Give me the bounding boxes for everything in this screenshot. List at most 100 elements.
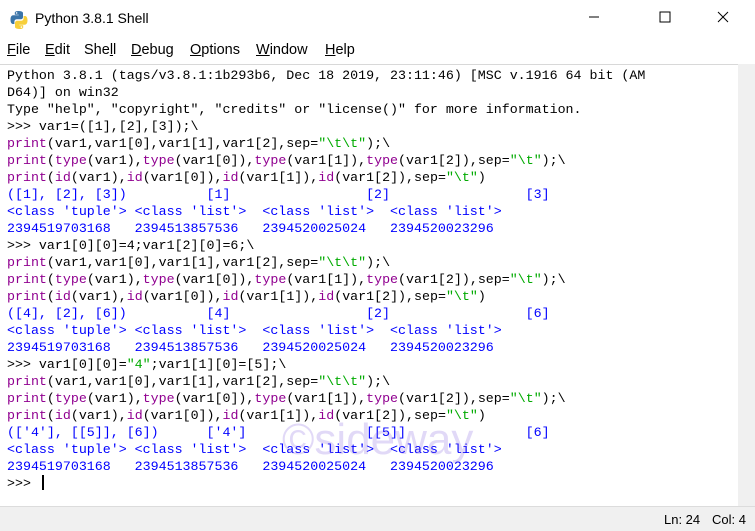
code-text: ) bbox=[477, 408, 486, 423]
string-token: "\t\t" bbox=[318, 255, 367, 270]
shell-line: 2394519703168 2394513857536 239452002502… bbox=[7, 339, 645, 356]
menu-window[interactable]: Window bbox=[256, 42, 308, 58]
python-icon bbox=[9, 10, 29, 30]
code-text: (var1), bbox=[70, 170, 127, 185]
shell-line: print(id(var1),id(var1[0]),id(var1[1]),i… bbox=[7, 169, 645, 186]
string-token: "\t\t" bbox=[318, 136, 367, 151]
code-text: (var1[0]), bbox=[174, 391, 255, 406]
code-text: );\ bbox=[366, 255, 391, 270]
keyword-token: type bbox=[254, 272, 287, 287]
code-text: (var1[0]), bbox=[142, 289, 223, 304]
code-text: (var1[0]), bbox=[142, 408, 223, 423]
keyword-token: print bbox=[7, 255, 47, 270]
shell-line: >>> bbox=[7, 475, 645, 492]
menu-options[interactable]: Options bbox=[190, 42, 240, 58]
minimize-button[interactable] bbox=[571, 0, 617, 38]
string-token: "\t\t" bbox=[318, 374, 367, 389]
output-text: <class 'tuple'> <class 'list'> <class 'l… bbox=[7, 204, 502, 219]
string-token: "\t" bbox=[445, 408, 478, 423]
code-text: (var1), bbox=[86, 153, 143, 168]
keyword-token: print bbox=[7, 391, 47, 406]
keyword-token: type bbox=[254, 153, 287, 168]
keyword-token: id bbox=[318, 289, 335, 304]
menu-edit[interactable]: Edit bbox=[45, 42, 70, 58]
code-text: (var1[1]), bbox=[238, 408, 319, 423]
code-text: (var1[1]), bbox=[238, 170, 319, 185]
code-text: );\ bbox=[541, 153, 566, 168]
shell-line: print(type(var1),type(var1[0]),type(var1… bbox=[7, 390, 645, 407]
keyword-token: print bbox=[7, 272, 47, 287]
shell-line: print(id(var1),id(var1[0]),id(var1[1]),i… bbox=[7, 288, 645, 305]
code-text: (var1[2]),sep= bbox=[398, 272, 510, 287]
minimize-icon bbox=[588, 10, 600, 28]
menu-bar: File Edit Shell Debug Options Window Hel… bbox=[0, 38, 755, 64]
shell-line: ([4], [2], [6]) [4] [2] [6] bbox=[7, 305, 645, 322]
keyword-token: id bbox=[126, 170, 143, 185]
shell-line: (['4'], [[5]], [6]) ['4'] [[5]] [6] bbox=[7, 424, 645, 441]
keyword-token: type bbox=[142, 391, 175, 406]
menu-help[interactable]: Help bbox=[325, 42, 355, 58]
shell-line: print(var1,var1[0],var1[1],var1[2],sep="… bbox=[7, 373, 645, 390]
code-text: );\ bbox=[541, 272, 566, 287]
code-text: ( bbox=[46, 153, 55, 168]
code-text: ( bbox=[46, 289, 55, 304]
shell-line: <class 'tuple'> <class 'list'> <class 'l… bbox=[7, 322, 645, 339]
keyword-token: type bbox=[54, 272, 87, 287]
shell-line: >>> var1[0][0]="4";var1[1][0]=[5];\ bbox=[7, 356, 645, 373]
shell-line: >>> var1[0][0]=4;var1[2][0]=6;\ bbox=[7, 237, 645, 254]
code-text: (var1), bbox=[70, 289, 127, 304]
menu-file[interactable]: File bbox=[7, 42, 30, 58]
output-text: <class 'tuple'> <class 'list'> <class 'l… bbox=[7, 323, 502, 338]
output-text: <class 'tuple'> <class 'list'> <class 'l… bbox=[7, 442, 502, 457]
menu-shell[interactable]: Shell bbox=[84, 42, 116, 58]
keyword-token: id bbox=[222, 289, 239, 304]
string-token: "\t" bbox=[445, 170, 478, 185]
code-text: );\ bbox=[366, 136, 391, 151]
shell-line: <class 'tuple'> <class 'list'> <class 'l… bbox=[7, 203, 645, 220]
maximize-button[interactable] bbox=[642, 0, 688, 38]
code-text: ( bbox=[46, 391, 55, 406]
string-token: "\t" bbox=[509, 391, 542, 406]
keyword-token: type bbox=[366, 272, 399, 287]
keyword-token: id bbox=[318, 170, 335, 185]
keyword-token: id bbox=[126, 408, 143, 423]
title-bar[interactable]: Python 3.8.1 Shell bbox=[0, 0, 755, 38]
code-text: ( bbox=[46, 170, 55, 185]
output-text: 2394519703168 2394513857536 239452002502… bbox=[7, 459, 494, 474]
keyword-token: type bbox=[54, 391, 87, 406]
shell-line: print(id(var1),id(var1[0]),id(var1[1]),i… bbox=[7, 407, 645, 424]
code-text: (var1), bbox=[70, 408, 127, 423]
code-text: (var1[2]),sep= bbox=[334, 170, 446, 185]
menu-debug[interactable]: Debug bbox=[131, 42, 174, 58]
shell-line: >>> var1=([1],[2],[3]);\ bbox=[7, 118, 645, 135]
output-text: 2394519703168 2394513857536 239452002502… bbox=[7, 221, 494, 236]
code-text: );\ bbox=[366, 374, 391, 389]
shell-line: ([1], [2], [3]) [1] [2] [3] bbox=[7, 186, 645, 203]
string-token: "4" bbox=[126, 357, 151, 372]
code-text: (var1), bbox=[86, 391, 143, 406]
keyword-token: type bbox=[142, 272, 175, 287]
code-text: >>> bbox=[7, 357, 39, 372]
output-text: 2394519703168 2394513857536 239452002502… bbox=[7, 340, 494, 355]
string-token: "\t" bbox=[509, 272, 542, 287]
shell-line: Type "help", "copyright", "credits" or "… bbox=[7, 101, 645, 118]
code-text: (var1[0]), bbox=[174, 272, 255, 287]
code-text: Type "help", "copyright", "credits" or "… bbox=[7, 102, 582, 117]
code-text: (var1[1]), bbox=[286, 391, 367, 406]
keyword-token: type bbox=[254, 391, 287, 406]
string-token: "\t" bbox=[445, 289, 478, 304]
close-button[interactable] bbox=[700, 0, 746, 38]
vertical-scrollbar[interactable] bbox=[738, 64, 755, 506]
shell-line: 2394519703168 2394513857536 239452002502… bbox=[7, 220, 645, 237]
keyword-token: type bbox=[142, 153, 175, 168]
keyword-token: print bbox=[7, 408, 47, 423]
shell-line: Python 3.8.1 (tags/v3.8.1:1b293b6, Dec 1… bbox=[7, 67, 645, 84]
shell-text-area[interactable]: Python 3.8.1 (tags/v3.8.1:1b293b6, Dec 1… bbox=[0, 64, 738, 507]
code-text: >>> bbox=[7, 476, 39, 491]
code-text: >>> bbox=[7, 238, 39, 253]
code-text: ;var1[1][0]=[5];\ bbox=[150, 357, 287, 372]
output-text: ([4], [2], [6]) [4] [2] [6] bbox=[7, 306, 550, 321]
keyword-token: type bbox=[366, 153, 399, 168]
shell-line: print(type(var1),type(var1[0]),type(var1… bbox=[7, 271, 645, 288]
code-text: (var1[0]), bbox=[142, 170, 223, 185]
